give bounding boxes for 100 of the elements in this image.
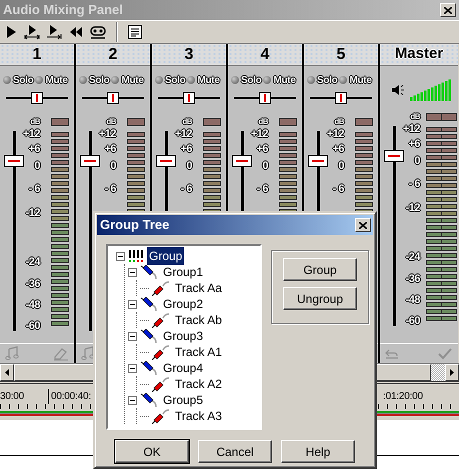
scale-label: -24: [26, 256, 40, 268]
scale-label: - 6: [408, 178, 420, 190]
scale-label: - 6: [256, 183, 268, 195]
solo-indicator[interactable]: [79, 76, 87, 84]
solo-indicator[interactable]: [3, 76, 11, 84]
scale-label: -48: [406, 294, 420, 306]
channel-number: 3: [184, 44, 194, 64]
plug-icon: [140, 392, 158, 408]
tree-item[interactable]: Group2: [161, 295, 206, 313]
scale-label: -36: [406, 273, 420, 285]
list-icon[interactable]: [128, 25, 142, 39]
solo-indicator[interactable]: [155, 76, 163, 84]
solo-label: Solo: [317, 74, 338, 88]
collapse-icon[interactable]: [128, 364, 137, 372]
dialog-button[interactable]: Help: [281, 440, 355, 463]
mute-indicator[interactable]: [339, 76, 348, 84]
master-title: Master: [394, 44, 444, 64]
jack-icon: [152, 344, 170, 360]
close-button[interactable]: [355, 218, 371, 232]
mute-indicator[interactable]: [263, 76, 272, 84]
unit-label: dB: [30, 116, 40, 128]
tree-item[interactable]: Group: [147, 247, 184, 265]
scale-label: -12: [26, 207, 40, 219]
fader-thumb[interactable]: [4, 155, 24, 167]
mixer-icon: [128, 249, 144, 263]
tree-item[interactable]: Group1: [161, 263, 206, 281]
scale-label: 0: [262, 160, 268, 172]
solo-indicator[interactable]: [231, 76, 239, 84]
collapse-icon[interactable]: [128, 300, 137, 308]
pan-thumb[interactable]: [31, 92, 43, 104]
jack-icon: [152, 312, 170, 328]
solo-label: Solo: [241, 74, 262, 88]
scale-label: +6: [332, 143, 344, 155]
dialog-title: Group Tree: [100, 216, 170, 234]
scale-label: -60: [26, 320, 40, 332]
collapse-icon[interactable]: [116, 252, 125, 260]
scale-label: +12: [326, 128, 344, 140]
tree-item[interactable]: Group4: [161, 359, 206, 377]
scroll-left-button[interactable]: [0, 364, 14, 381]
music-note-icon[interactable]: [81, 346, 96, 361]
jack-icon: [152, 280, 170, 296]
close-button[interactable]: [440, 3, 456, 17]
mute-label: Mute: [197, 74, 220, 88]
tree-item[interactable]: Track Aa: [173, 279, 224, 297]
play-range-icon[interactable]: [24, 24, 40, 40]
dialog-button[interactable]: OK: [115, 440, 189, 463]
fader-thumb[interactable]: [80, 155, 100, 167]
mute-label: Mute: [45, 74, 68, 88]
tree-item[interactable]: Track A1: [173, 343, 224, 361]
scale-label: -60: [406, 315, 420, 327]
scale-label: - 6: [28, 183, 40, 195]
jack-icon: [152, 376, 170, 392]
pan-thumb[interactable]: [335, 92, 347, 104]
scale-label: +6: [28, 143, 40, 155]
speaker-icon[interactable]: [392, 84, 404, 94]
play-icon[interactable]: [4, 24, 18, 40]
scale-label: -12: [406, 202, 420, 214]
scale-label: -36: [26, 278, 40, 290]
rewind-icon[interactable]: [68, 24, 84, 40]
fader-thumb[interactable]: [308, 155, 328, 167]
check-icon[interactable]: [437, 347, 453, 360]
pan-thumb[interactable]: [183, 92, 195, 104]
play-to-end-icon[interactable]: [46, 24, 62, 40]
collapse-icon[interactable]: [128, 332, 137, 340]
mute-indicator[interactable]: [35, 76, 44, 84]
solo-indicator[interactable]: [307, 76, 315, 84]
collapse-icon[interactable]: [128, 396, 137, 404]
scale-label: 0: [414, 155, 420, 167]
tree-item[interactable]: Group5: [161, 391, 206, 409]
mute-label: Mute: [349, 74, 372, 88]
scale-label: - 6: [180, 183, 192, 195]
fader-thumb[interactable]: [156, 155, 176, 167]
dialog-button[interactable]: Ungroup: [283, 287, 357, 310]
fader-thumb[interactable]: [232, 155, 252, 167]
mute-indicator[interactable]: [187, 76, 196, 84]
window-title: Audio Mixing Panel: [3, 1, 123, 20]
tree-item[interactable]: Track A3: [173, 407, 224, 425]
collapse-icon[interactable]: [128, 268, 137, 276]
unit-label: dB: [258, 116, 268, 128]
dialog-button[interactable]: Group: [283, 258, 357, 281]
scale-label: +6: [104, 143, 116, 155]
scale-label: -48: [26, 299, 40, 311]
pan-thumb[interactable]: [107, 92, 119, 104]
fader-thumb[interactable]: [384, 150, 404, 162]
tree-item[interactable]: Group3: [161, 327, 206, 345]
scroll-right-button[interactable]: [445, 364, 459, 381]
jack-icon: [152, 408, 170, 424]
scale-label: +12: [22, 128, 40, 140]
dialog-button[interactable]: Cancel: [198, 440, 272, 463]
ruler-label: :01:20:00: [382, 390, 423, 404]
tree-item[interactable]: Track Ab: [173, 311, 224, 329]
tree-item[interactable]: Track A2: [173, 375, 224, 393]
plug-icon: [140, 264, 158, 280]
pan-thumb[interactable]: [259, 92, 271, 104]
tape-icon[interactable]: [90, 24, 106, 40]
plug-icon: [140, 296, 158, 312]
scale-label: - 6: [104, 183, 116, 195]
scale-label: +12: [174, 128, 192, 140]
scale-label: 0: [338, 160, 344, 172]
mute-indicator[interactable]: [111, 76, 120, 84]
